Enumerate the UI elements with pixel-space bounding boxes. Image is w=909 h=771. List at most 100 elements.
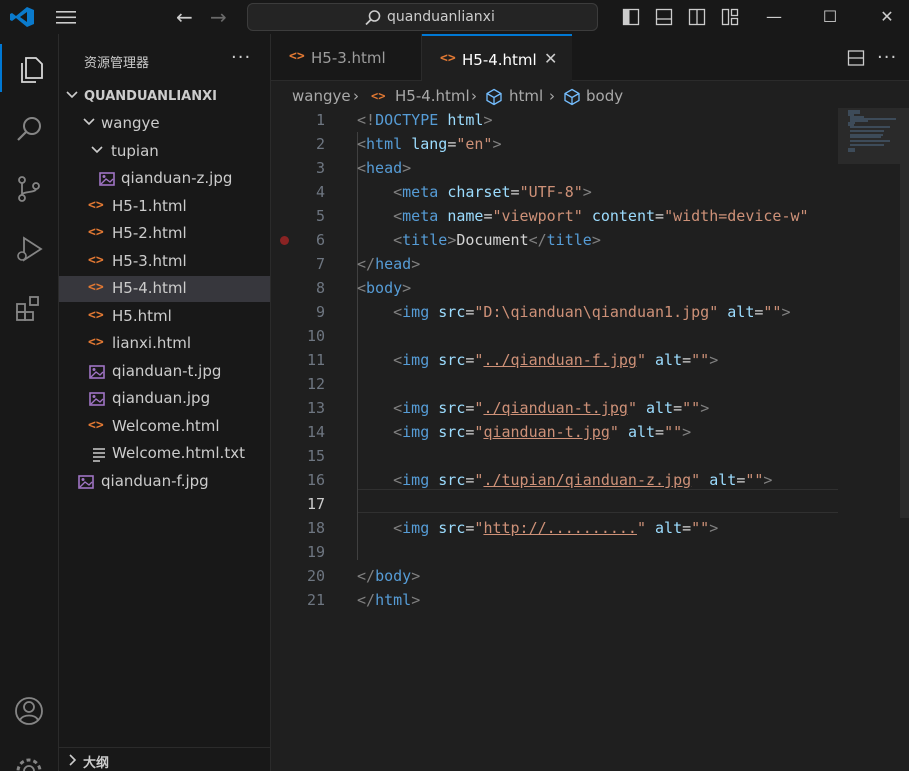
minimap[interactable]: [838, 108, 900, 771]
breadcrumb: wangye › <> H5-4.html › html › body: [271, 84, 909, 108]
line-number[interactable]: 10: [271, 324, 325, 348]
image-file-icon: [78, 475, 94, 489]
toggle-secondary-sidebar-icon[interactable]: [688, 8, 706, 26]
code-line[interactable]: <img src="http://.........." alt="">: [357, 516, 718, 540]
line-number[interactable]: 8: [271, 276, 325, 300]
line-number[interactable]: 12: [271, 372, 325, 396]
code-line[interactable]: <head>: [357, 156, 411, 180]
chevron-right-icon: ›: [471, 87, 477, 105]
tree-label: Welcome.html: [112, 417, 220, 435]
minimize-button[interactable]: —: [763, 6, 785, 28]
line-number[interactable]: 18: [271, 516, 325, 540]
line-number[interactable]: 5: [271, 204, 325, 228]
extensions-activity-button[interactable]: [0, 284, 59, 332]
tree-file[interactable]: <> H5-3.html: [59, 249, 270, 275]
html-file-icon: <>: [371, 89, 386, 103]
code-line[interactable]: </body>: [357, 564, 420, 588]
code-editor[interactable]: 1 <!DOCTYPE html> 2 <html lang="en"> 3 <head>…: [271, 108, 838, 771]
code-line[interactable]: <title>Document</title>: [357, 228, 601, 252]
breadcrumb-symbol-body[interactable]: body: [586, 87, 623, 105]
tree-file-selected[interactable]: <> H5-4.html: [59, 276, 270, 302]
tree-label: tupian: [111, 142, 159, 160]
code-line[interactable]: </head>: [357, 252, 420, 276]
editor-more-button[interactable]: ···: [877, 47, 897, 68]
chevron-right-icon: [69, 754, 77, 766]
tree-file[interactable]: <> H5-2.html: [59, 221, 270, 247]
files-icon: [21, 57, 43, 83]
accounts-activity-button[interactable]: [0, 686, 59, 734]
tree-root-folder[interactable]: QUANDUANLIANXI: [59, 84, 270, 110]
line-number[interactable]: 7: [271, 252, 325, 276]
back-arrow-icon[interactable]: ←: [176, 5, 193, 29]
tree-file[interactable]: qianduan-f.jpg: [59, 469, 270, 495]
run-debug-activity-button[interactable]: [0, 224, 59, 272]
vertical-scrollbar[interactable]: [900, 108, 909, 518]
line-number[interactable]: 17: [271, 492, 325, 516]
code-line[interactable]: <meta charset="UTF-8">: [357, 180, 592, 204]
breadcrumb-folder[interactable]: wangye: [292, 87, 351, 105]
code-line[interactable]: <!DOCTYPE html>: [357, 108, 492, 132]
code-line[interactable]: <body>: [357, 276, 411, 300]
tree-folder[interactable]: wangye: [59, 111, 270, 137]
tree-label: wangye: [101, 114, 160, 132]
code-line[interactable]: <meta name="viewport" content="width=dev…: [357, 204, 808, 228]
code-line[interactable]: <img src="D:\qianduan\qianduan1.jpg" alt…: [357, 300, 790, 324]
customize-layout-icon[interactable]: [721, 8, 739, 26]
tree-file[interactable]: qianduan-t.jpg: [59, 359, 270, 385]
manage-activity-button[interactable]: [0, 746, 59, 771]
tree-file[interactable]: qianduan-z.jpg: [59, 166, 270, 192]
line-number[interactable]: 6: [271, 228, 325, 252]
line-number[interactable]: 11: [271, 348, 325, 372]
line-number[interactable]: 16: [271, 468, 325, 492]
line-number[interactable]: 20: [271, 564, 325, 588]
tree-label: Welcome.html.txt: [112, 444, 245, 462]
line-number[interactable]: 4: [271, 180, 325, 204]
tree-folder[interactable]: tupian: [59, 139, 270, 165]
line-number[interactable]: 15: [271, 444, 325, 468]
toggle-panel-icon[interactable]: [655, 8, 673, 26]
code-line[interactable]: <img src="./qianduan-t.jpg" alt="">: [357, 396, 709, 420]
command-center-search[interactable]: quanduanlianxi: [247, 3, 598, 31]
code-line[interactable]: </html>: [357, 588, 420, 612]
explorer-activity-button[interactable]: [0, 44, 59, 92]
tree-file[interactable]: <> Welcome.html: [59, 414, 270, 440]
forward-arrow-icon[interactable]: →: [210, 5, 227, 29]
tab-h5-3[interactable]: <> H5-3.html: [271, 34, 422, 81]
line-number[interactable]: 1: [271, 108, 325, 132]
line-number[interactable]: 14: [271, 420, 325, 444]
breadcrumb-file[interactable]: H5-4.html: [395, 87, 470, 105]
close-button[interactable]: ✕: [876, 6, 898, 28]
outline-section[interactable]: 大纲: [59, 747, 270, 771]
chevron-down-icon: [66, 91, 78, 99]
tree-file[interactable]: <> H5-1.html: [59, 194, 270, 220]
line-number[interactable]: 19: [271, 540, 325, 564]
tree-file[interactable]: Welcome.html.txt: [59, 441, 270, 467]
tree-file[interactable]: <> lianxi.html: [59, 331, 270, 357]
image-file-icon: [89, 365, 105, 379]
close-tab-icon[interactable]: ✕: [544, 49, 557, 68]
split-editor-icon[interactable]: [847, 49, 865, 67]
code-line[interactable]: <img src="./tupian/qianduan-z.jpg" alt="…: [357, 468, 772, 492]
code-line[interactable]: <img src="../qianduan-f.jpg" alt="">: [357, 348, 718, 372]
tree-file[interactable]: <> H5.html: [59, 304, 270, 330]
code-line[interactable]: <img src="qianduan-t.jpg" alt="">: [357, 420, 691, 444]
tab-h5-4[interactable]: <> H5-4.html ✕: [422, 34, 572, 81]
line-number[interactable]: 13: [271, 396, 325, 420]
explorer-sidebar: 资源管理器 ··· QUANDUANLIANXI wangye tupian q…: [59, 34, 271, 771]
breadcrumb-symbol-html[interactable]: html: [509, 87, 543, 105]
maximize-button[interactable]: ☐: [819, 6, 841, 28]
search-activity-button[interactable]: [0, 104, 59, 152]
minimap-slider[interactable]: [838, 108, 900, 164]
toggle-primary-sidebar-icon[interactable]: [622, 8, 640, 26]
line-number[interactable]: 3: [271, 156, 325, 180]
line-number[interactable]: 9: [271, 300, 325, 324]
line-number[interactable]: 21: [271, 588, 325, 612]
tree-label: H5-2.html: [112, 224, 187, 242]
source-control-activity-button[interactable]: [0, 164, 59, 212]
tree-label: qianduan-t.jpg: [112, 362, 222, 380]
line-number[interactable]: 2: [271, 132, 325, 156]
menu-icon[interactable]: [55, 8, 77, 26]
code-line[interactable]: <html lang="en">: [357, 132, 502, 156]
explorer-more-button[interactable]: ···: [231, 47, 251, 68]
tree-file[interactable]: qianduan.jpg: [59, 386, 270, 412]
